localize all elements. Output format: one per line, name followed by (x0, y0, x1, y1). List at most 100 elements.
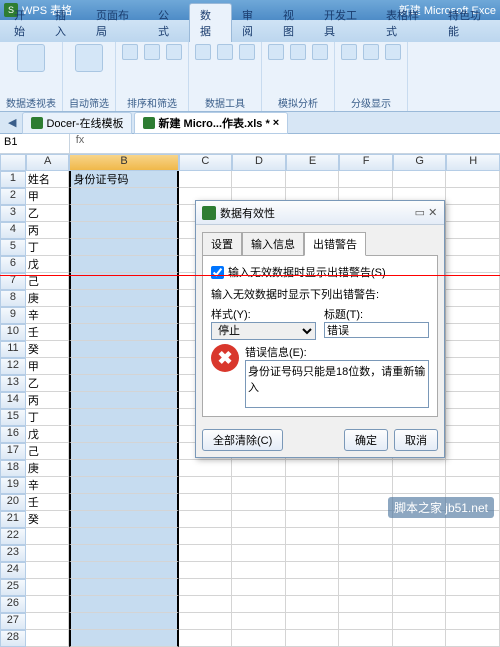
cell[interactable] (339, 596, 393, 613)
cell[interactable]: 辛 (26, 307, 70, 324)
show-alert-checkbox[interactable]: 输入无效数据时显示出错警告(S) (211, 264, 429, 280)
cell[interactable] (232, 511, 286, 528)
ribbon-button[interactable] (144, 44, 160, 60)
cell[interactable] (232, 579, 286, 596)
cell[interactable] (339, 171, 393, 188)
cell[interactable] (69, 307, 178, 324)
cell[interactable] (446, 341, 500, 358)
column-header[interactable]: C (179, 154, 233, 171)
cell[interactable] (286, 579, 340, 596)
dialog-tab[interactable]: 输入信息 (242, 232, 304, 256)
row-header[interactable]: 26 (0, 596, 26, 613)
cell[interactable] (69, 392, 178, 409)
cell[interactable] (286, 596, 340, 613)
cell[interactable]: 身份证号码 (69, 171, 178, 188)
cell[interactable] (393, 613, 447, 630)
column-header[interactable]: A (26, 154, 70, 171)
row-header[interactable]: 1 (0, 171, 26, 188)
cell[interactable]: 戊 (26, 256, 70, 273)
close-tab-icon[interactable]: × (273, 117, 279, 129)
cell[interactable] (179, 171, 233, 188)
cell[interactable] (232, 528, 286, 545)
cell[interactable] (69, 409, 178, 426)
cell[interactable] (446, 460, 500, 477)
cell[interactable] (232, 477, 286, 494)
cell[interactable] (446, 579, 500, 596)
cell[interactable] (446, 256, 500, 273)
cell[interactable] (179, 511, 233, 528)
cell[interactable] (69, 341, 178, 358)
cell[interactable] (179, 477, 233, 494)
cell[interactable] (446, 528, 500, 545)
cell[interactable] (232, 494, 286, 511)
cell[interactable] (69, 562, 178, 579)
row-header[interactable]: 16 (0, 426, 26, 443)
cell[interactable] (446, 426, 500, 443)
cell[interactable] (286, 630, 340, 647)
row-header[interactable]: 8 (0, 290, 26, 307)
ribbon-button[interactable] (17, 44, 45, 72)
cell[interactable] (179, 562, 233, 579)
cell[interactable] (26, 596, 70, 613)
cell[interactable] (339, 579, 393, 596)
cell[interactable] (286, 477, 340, 494)
cell[interactable] (69, 205, 178, 222)
column-header[interactable]: B (69, 154, 178, 171)
cell[interactable] (232, 545, 286, 562)
cell[interactable] (69, 630, 178, 647)
row-header[interactable]: 14 (0, 392, 26, 409)
cell[interactable] (179, 596, 233, 613)
ribbon-button[interactable] (363, 44, 379, 60)
cell[interactable] (26, 579, 70, 596)
row-header[interactable]: 15 (0, 409, 26, 426)
workbook-tab[interactable]: Docer-在线模板 (22, 112, 132, 134)
row-header[interactable]: 21 (0, 511, 26, 528)
cell[interactable]: 辛 (26, 477, 70, 494)
row-header[interactable]: 25 (0, 579, 26, 596)
cell[interactable] (339, 613, 393, 630)
cell[interactable] (446, 239, 500, 256)
cell[interactable] (232, 562, 286, 579)
row-header[interactable]: 27 (0, 613, 26, 630)
cell[interactable] (232, 613, 286, 630)
tab-scroll-left-icon[interactable]: ◀ (4, 116, 20, 129)
cell[interactable] (232, 460, 286, 477)
row-header[interactable]: 11 (0, 341, 26, 358)
cell[interactable] (446, 443, 500, 460)
ribbon-button[interactable] (217, 44, 233, 60)
row-header[interactable]: 18 (0, 460, 26, 477)
select-all-cell[interactable] (0, 154, 26, 171)
cell[interactable] (446, 409, 500, 426)
cell[interactable] (69, 324, 178, 341)
cell[interactable] (286, 511, 340, 528)
cell[interactable] (286, 171, 340, 188)
cell[interactable] (446, 630, 500, 647)
cell[interactable] (446, 290, 500, 307)
ribbon-button[interactable] (166, 44, 182, 60)
workbook-tab[interactable]: 新建 Micro...作表.xls * × (134, 112, 288, 134)
ribbon-button[interactable] (312, 44, 328, 60)
cell[interactable]: 壬 (26, 494, 70, 511)
row-header[interactable]: 22 (0, 528, 26, 545)
column-header[interactable]: H (446, 154, 500, 171)
ribbon-tab[interactable]: 插入 (45, 4, 86, 42)
cell[interactable] (179, 579, 233, 596)
cell[interactable]: 丙 (26, 392, 70, 409)
cell[interactable] (393, 562, 447, 579)
cell[interactable] (69, 596, 178, 613)
cell[interactable] (446, 545, 500, 562)
cell[interactable]: 庚 (26, 460, 70, 477)
ribbon-button[interactable] (239, 44, 255, 60)
cell[interactable] (179, 528, 233, 545)
ribbon-button[interactable] (122, 44, 138, 60)
cell[interactable] (393, 171, 447, 188)
ribbon-tab[interactable]: 开始 (4, 4, 45, 42)
ok-button[interactable]: 确定 (344, 429, 388, 451)
cell[interactable] (69, 511, 178, 528)
cell[interactable] (286, 562, 340, 579)
cell[interactable] (393, 528, 447, 545)
ribbon-tab[interactable]: 公式 (148, 4, 189, 42)
cell[interactable] (446, 188, 500, 205)
ribbon-tab[interactable]: 开发工具 (314, 4, 376, 42)
cell[interactable] (179, 630, 233, 647)
